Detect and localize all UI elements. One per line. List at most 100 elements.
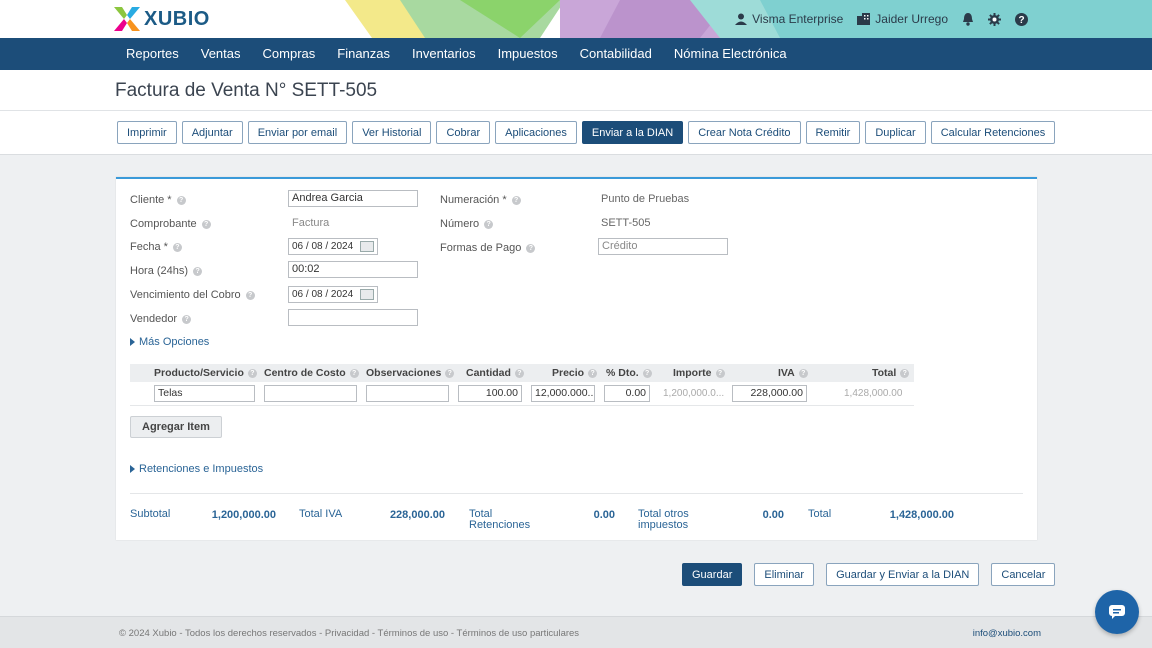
- help-icon[interactable]: ?: [201, 219, 211, 229]
- help-icon[interactable]: ?: [642, 368, 652, 378]
- nav-compras[interactable]: Compras: [252, 38, 327, 70]
- observaciones-input[interactable]: [366, 385, 449, 402]
- total-otros-label-line2: impuestos: [638, 519, 689, 531]
- comprobante-label-text: Comprobante: [130, 218, 197, 230]
- subtotal-label: Subtotal: [130, 508, 171, 520]
- vendedor-label: Vendedor?: [130, 313, 192, 325]
- formas-pago-select[interactable]: Crédito: [598, 238, 728, 255]
- col-producto-text: Producto/Servicio: [154, 367, 244, 379]
- chat-button[interactable]: [1095, 590, 1139, 634]
- agregar-item-button[interactable]: Agregar Item: [130, 416, 222, 438]
- calcular-retenciones-button[interactable]: Calcular Retenciones: [930, 121, 1056, 144]
- help-icon[interactable]: ?: [514, 368, 524, 378]
- col-cantidad: Cantidad?: [466, 364, 524, 382]
- nav-ventas[interactable]: Ventas: [190, 38, 252, 70]
- hora-input[interactable]: 00:02: [288, 261, 418, 278]
- help-icon[interactable]: ?: [715, 368, 725, 378]
- help-icon[interactable]: ?: [193, 266, 203, 276]
- adjuntar-button[interactable]: Adjuntar: [181, 121, 243, 144]
- col-iva: IVA?: [778, 364, 808, 382]
- cobrar-button[interactable]: Cobrar: [436, 121, 491, 144]
- cancelar-button[interactable]: Cancelar: [991, 563, 1056, 586]
- help-icon[interactable]: ?: [484, 219, 494, 229]
- help-icon[interactable]: ?: [1015, 12, 1028, 26]
- table-row: Telas 100.00 12,000.000... 0.00 1,200,00…: [130, 382, 914, 406]
- vencimiento-label: Vencimiento del Cobro?: [130, 289, 255, 301]
- action-toolbar: Imprimir Adjuntar Enviar por email Ver H…: [0, 111, 1152, 155]
- calendar-icon[interactable]: [360, 241, 374, 252]
- guardar-enviar-dian-button[interactable]: Guardar y Enviar a la DIAN: [826, 563, 980, 586]
- footer-links[interactable]: © 2024 Xubio - Todos los derechos reserv…: [119, 628, 579, 639]
- dto-input[interactable]: 0.00: [604, 385, 650, 402]
- col-observaciones: Observaciones?: [366, 364, 455, 382]
- numero-label: Número?: [440, 218, 494, 230]
- fecha-input[interactable]: 06 / 08 / 2024: [288, 238, 378, 255]
- calendar-icon[interactable]: [360, 289, 374, 300]
- numeracion-label: Numeración *?: [440, 194, 521, 206]
- help-icon[interactable]: ?: [526, 243, 536, 253]
- logo-text: XUBIO: [144, 7, 210, 30]
- help-icon[interactable]: ?: [445, 368, 455, 378]
- guardar-button[interactable]: Guardar: [682, 563, 743, 586]
- precio-input[interactable]: 12,000.000...: [531, 385, 595, 402]
- formas-pago-label: Formas de Pago?: [440, 242, 536, 254]
- remitir-button[interactable]: Remitir: [805, 121, 861, 144]
- enviar-dian-button[interactable]: Enviar a la DIAN: [581, 121, 684, 144]
- help-icon[interactable]: ?: [176, 195, 186, 205]
- user-menu[interactable]: Jaider Urrego: [857, 12, 948, 26]
- help-icon[interactable]: ?: [511, 195, 521, 205]
- cliente-input[interactable]: Andrea Garcia: [288, 190, 418, 207]
- help-icon[interactable]: ?: [245, 290, 255, 300]
- help-icon[interactable]: ?: [900, 368, 910, 378]
- nav-nomina[interactable]: Nómina Electrónica: [663, 38, 798, 70]
- cliente-label: Cliente *?: [130, 194, 186, 206]
- producto-input[interactable]: Telas: [154, 385, 255, 402]
- help-icon[interactable]: ?: [172, 242, 182, 252]
- retenciones-text: Retenciones e Impuestos: [139, 463, 264, 475]
- help-icon[interactable]: ?: [247, 368, 257, 378]
- iva-input[interactable]: 228,000.00: [732, 385, 807, 402]
- centro-costo-input[interactable]: [264, 385, 357, 402]
- mas-opciones-toggle[interactable]: Más Opciones: [130, 336, 209, 348]
- total-value-sum: 1,428,000.00: [889, 509, 954, 521]
- page-title: Factura de Venta N° SETT-505: [115, 80, 378, 101]
- formas-pago-label-text: Formas de Pago: [440, 242, 522, 254]
- total-label: Total: [808, 508, 832, 520]
- company-selector[interactable]: Visma Enterprise: [735, 12, 843, 26]
- col-iva-text: IVA: [778, 367, 795, 379]
- aplicaciones-button[interactable]: Aplicaciones: [495, 121, 577, 144]
- chat-icon: [1109, 605, 1125, 619]
- enviar-email-button[interactable]: Enviar por email: [247, 121, 348, 144]
- nav-finanzas[interactable]: Finanzas: [326, 38, 401, 70]
- expand-triangle-icon: [130, 465, 135, 473]
- imprimir-button[interactable]: Imprimir: [117, 121, 177, 144]
- nav-impuestos[interactable]: Impuestos: [487, 38, 569, 70]
- col-importe: Importe?: [673, 364, 725, 382]
- bell-icon[interactable]: [962, 12, 974, 26]
- nav-inventarios[interactable]: Inventarios: [401, 38, 487, 70]
- total-retenciones-value: 0.00: [593, 509, 615, 521]
- col-precio: Precio?: [552, 364, 598, 382]
- help-icon[interactable]: ?: [182, 314, 192, 324]
- mas-opciones-text: Más Opciones: [139, 336, 210, 348]
- help-icon[interactable]: ?: [798, 368, 808, 378]
- retenciones-toggle[interactable]: Retenciones e Impuestos: [130, 463, 263, 475]
- duplicar-button[interactable]: Duplicar: [865, 121, 926, 144]
- gear-icon[interactable]: [988, 12, 1001, 26]
- cantidad-input[interactable]: 100.00: [458, 385, 522, 402]
- footer-email-link[interactable]: info@xubio.com: [973, 628, 1041, 639]
- eliminar-button[interactable]: Eliminar: [754, 563, 815, 586]
- nav-reportes[interactable]: Reportes: [115, 38, 190, 70]
- nav-contabilidad[interactable]: Contabilidad: [569, 38, 663, 70]
- help-icon[interactable]: ?: [588, 368, 598, 378]
- importe-value: 1,200,000.0...: [663, 388, 725, 399]
- col-precio-text: Precio: [552, 367, 585, 379]
- vencimiento-input[interactable]: 06 / 08 / 2024: [288, 286, 378, 303]
- ver-historial-button[interactable]: Ver Historial: [352, 121, 432, 144]
- vendedor-input[interactable]: [288, 309, 418, 326]
- xubio-logo[interactable]: XUBIO: [114, 6, 210, 32]
- crear-nota-credito-button[interactable]: Crear Nota Crédito: [688, 121, 801, 144]
- help-icon[interactable]: ?: [349, 368, 359, 378]
- expand-triangle-icon: [130, 338, 135, 346]
- fecha-label: Fecha *?: [130, 241, 182, 253]
